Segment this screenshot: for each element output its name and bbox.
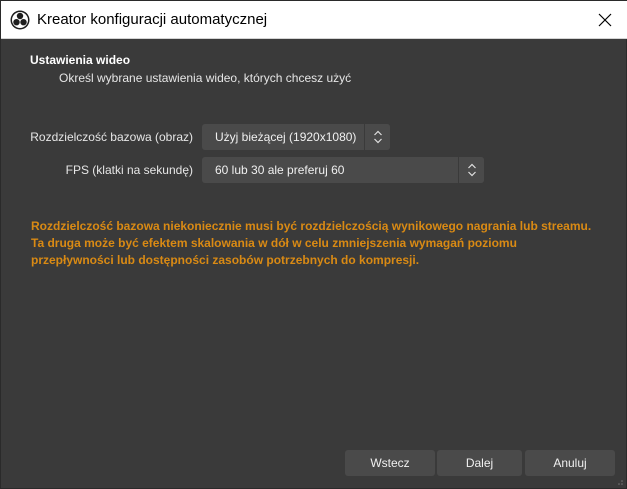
close-icon (598, 13, 612, 27)
fps-combobox[interactable]: 60 lub 30 ale preferuj 60 (202, 157, 484, 183)
wizard-window: Kreator konfiguracji automatycznej Ustaw… (0, 0, 627, 489)
resolution-dropdown-arrow[interactable] (364, 124, 390, 150)
window-title: Kreator konfiguracji automatycznej (37, 11, 268, 28)
warning-text: Rozdzielczość bazowa niekoniecznie musi … (31, 219, 592, 267)
next-button[interactable]: Dalej (437, 450, 522, 476)
chevron-updown-icon (373, 130, 382, 144)
title-bar[interactable]: Kreator konfiguracji automatycznej (1, 1, 627, 39)
resize-grip-icon[interactable] (614, 476, 624, 486)
resolution-label: Rozdzielczość bazowa (obraz) (30, 130, 193, 144)
section-title: Ustawienia wideo (30, 53, 131, 67)
resolution-combobox[interactable]: Użyj bieżącej (1920x1080) (202, 124, 390, 150)
close-button[interactable] (582, 1, 627, 39)
resolution-value: Użyj bieżącej (1920x1080) (215, 130, 357, 144)
chevron-updown-icon (467, 163, 476, 177)
obs-logo-icon (10, 10, 30, 30)
fps-dropdown-arrow[interactable] (458, 157, 484, 183)
cancel-button[interactable]: Anuluj (525, 450, 615, 476)
fps-value: 60 lub 30 ale preferuj 60 (215, 163, 345, 177)
back-button[interactable]: Wstecz (345, 450, 435, 476)
section-description: Określ wybrane ustawienia wideo, których… (59, 71, 352, 85)
fps-label: FPS (klatki na sekundę) (65, 163, 193, 177)
